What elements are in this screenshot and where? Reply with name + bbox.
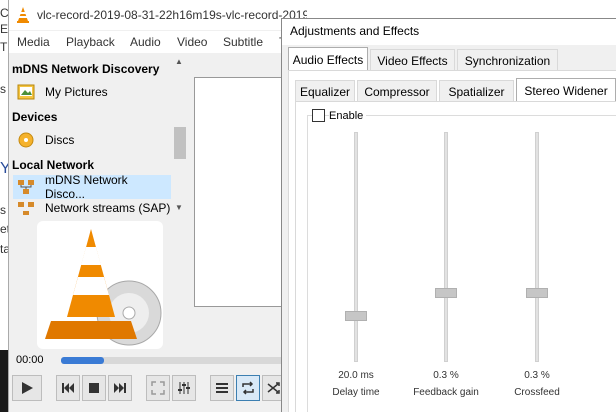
elapsed-time: 00:00 bbox=[16, 354, 44, 366]
sidebar-section-header: Local Network bbox=[12, 158, 95, 172]
seek-area: 00:00 bbox=[9, 351, 309, 369]
slider-value: 0.3 % bbox=[524, 370, 550, 381]
enable-label: Enable bbox=[329, 110, 367, 122]
shuffle-icon bbox=[267, 382, 280, 394]
previous-button[interactable] bbox=[56, 375, 80, 401]
adjustments-dialog: Adjustments and Effects Audio Effects Vi… bbox=[281, 18, 616, 412]
fullscreen-button[interactable] bbox=[146, 375, 170, 401]
sidebar-item-discs[interactable]: Discs bbox=[13, 128, 171, 152]
sidebar-item-my-pictures[interactable]: My Pictures bbox=[13, 80, 171, 104]
next-button[interactable] bbox=[108, 375, 132, 401]
sidebar-item-label: My Pictures bbox=[45, 85, 108, 99]
vlc-logo-icon bbox=[45, 229, 162, 346]
network-icon bbox=[18, 202, 34, 215]
vlc-menubar: Media Playback Audio Video Subtitle T bbox=[9, 31, 309, 53]
network-icon bbox=[18, 180, 34, 194]
scroll-down-icon[interactable]: ▼ bbox=[175, 203, 183, 212]
sidebar-item-label: Network streams (SAP) bbox=[45, 201, 171, 215]
background-dark-area bbox=[0, 350, 8, 412]
playlist-icon bbox=[216, 383, 228, 393]
dialog-titlebar[interactable]: Adjustments and Effects bbox=[282, 19, 616, 45]
slider-value: 0.3 % bbox=[433, 370, 459, 381]
vlc-titlebar[interactable]: vlc-record-2019-08-31-22h16m19s-vlc-reco… bbox=[9, 0, 309, 30]
dialog-title: Adjustments and Effects bbox=[290, 24, 420, 38]
slider-track[interactable] bbox=[535, 132, 539, 362]
enable-checkbox[interactable] bbox=[312, 109, 325, 122]
menu-video[interactable]: Video bbox=[177, 35, 207, 49]
vlc-title: vlc-record-2019-08-31-22h16m19s-vlc-reco… bbox=[37, 8, 307, 22]
tab-video-effects[interactable]: Video Effects bbox=[370, 49, 455, 71]
slider-label: Delay time bbox=[332, 387, 380, 398]
equalizer-icon bbox=[178, 382, 190, 394]
tab-audio-effects[interactable]: Audio Effects bbox=[288, 47, 368, 71]
fullscreen-icon bbox=[151, 381, 165, 395]
slider-thumb[interactable] bbox=[345, 311, 367, 321]
previous-icon bbox=[62, 383, 74, 393]
slider-track[interactable] bbox=[354, 132, 358, 362]
slider-label: Crossfeed bbox=[514, 387, 560, 398]
sidebar-item-label: mDNS Network Disco... bbox=[45, 173, 128, 201]
loop-button[interactable] bbox=[236, 375, 260, 401]
menu-subtitle[interactable]: Subtitle bbox=[223, 35, 263, 49]
bg-letter: T bbox=[0, 40, 8, 54]
slider-thumb[interactable] bbox=[435, 288, 457, 298]
menu-playback[interactable]: Playback bbox=[66, 35, 115, 49]
tab-stereo-widener[interactable]: Stereo Widener bbox=[516, 78, 616, 102]
tab-spatializer[interactable]: Spatializer bbox=[439, 80, 514, 102]
play-icon bbox=[22, 382, 33, 394]
player-controls bbox=[9, 370, 309, 412]
next-icon bbox=[114, 383, 126, 393]
tab-synchronization[interactable]: Synchronization bbox=[457, 49, 558, 71]
tab-compressor[interactable]: Compressor bbox=[357, 80, 437, 102]
seek-progress bbox=[61, 357, 105, 364]
pictures-icon bbox=[17, 84, 35, 100]
loop-icon bbox=[242, 381, 254, 395]
tab-equalizer[interactable]: Equalizer bbox=[295, 80, 355, 102]
sidebar-section-header: mDNS Network Discovery bbox=[12, 62, 160, 76]
playlist-button[interactable] bbox=[210, 375, 234, 401]
menu-media[interactable]: Media bbox=[17, 35, 50, 49]
album-art bbox=[37, 221, 163, 349]
bg-letter: E bbox=[0, 22, 9, 36]
sidebar-section-header: Devices bbox=[12, 110, 58, 124]
sidebar-item-label: Discs bbox=[45, 133, 75, 147]
play-button[interactable] bbox=[12, 375, 42, 401]
menu-audio[interactable]: Audio bbox=[130, 35, 161, 49]
scroll-thumb[interactable] bbox=[174, 127, 186, 159]
slider-label: D bbox=[582, 387, 616, 398]
extended-settings-button[interactable] bbox=[172, 375, 196, 401]
stop-button[interactable] bbox=[82, 375, 106, 401]
slider-value: 20.0 ms bbox=[338, 370, 374, 381]
disc-icon bbox=[18, 132, 34, 148]
stop-icon bbox=[89, 383, 99, 393]
vlc-cone-icon bbox=[17, 7, 29, 23]
scroll-up-icon[interactable]: ▲ bbox=[175, 57, 183, 66]
slider-track[interactable] bbox=[444, 132, 448, 362]
playlist-area[interactable] bbox=[194, 77, 294, 307]
bg-letter: s bbox=[0, 82, 6, 96]
sidebar-item-mdns[interactable]: mDNS Network Disco... bbox=[13, 173, 171, 201]
bg-letter: s bbox=[0, 203, 6, 217]
sidebar-item-network-streams[interactable]: Network streams (SAP) bbox=[13, 201, 171, 215]
slider-thumb[interactable] bbox=[526, 288, 548, 298]
vlc-window: vlc-record-2019-08-31-22h16m19s-vlc-reco… bbox=[8, 0, 309, 412]
vlc-body: mDNS Network Discovery My Pictures Devic… bbox=[9, 53, 309, 351]
seek-slider[interactable] bbox=[61, 357, 301, 364]
sidebar-scrollbar[interactable]: ▲ ▼ bbox=[172, 55, 188, 215]
slider-label: Feedback gain bbox=[413, 387, 479, 398]
